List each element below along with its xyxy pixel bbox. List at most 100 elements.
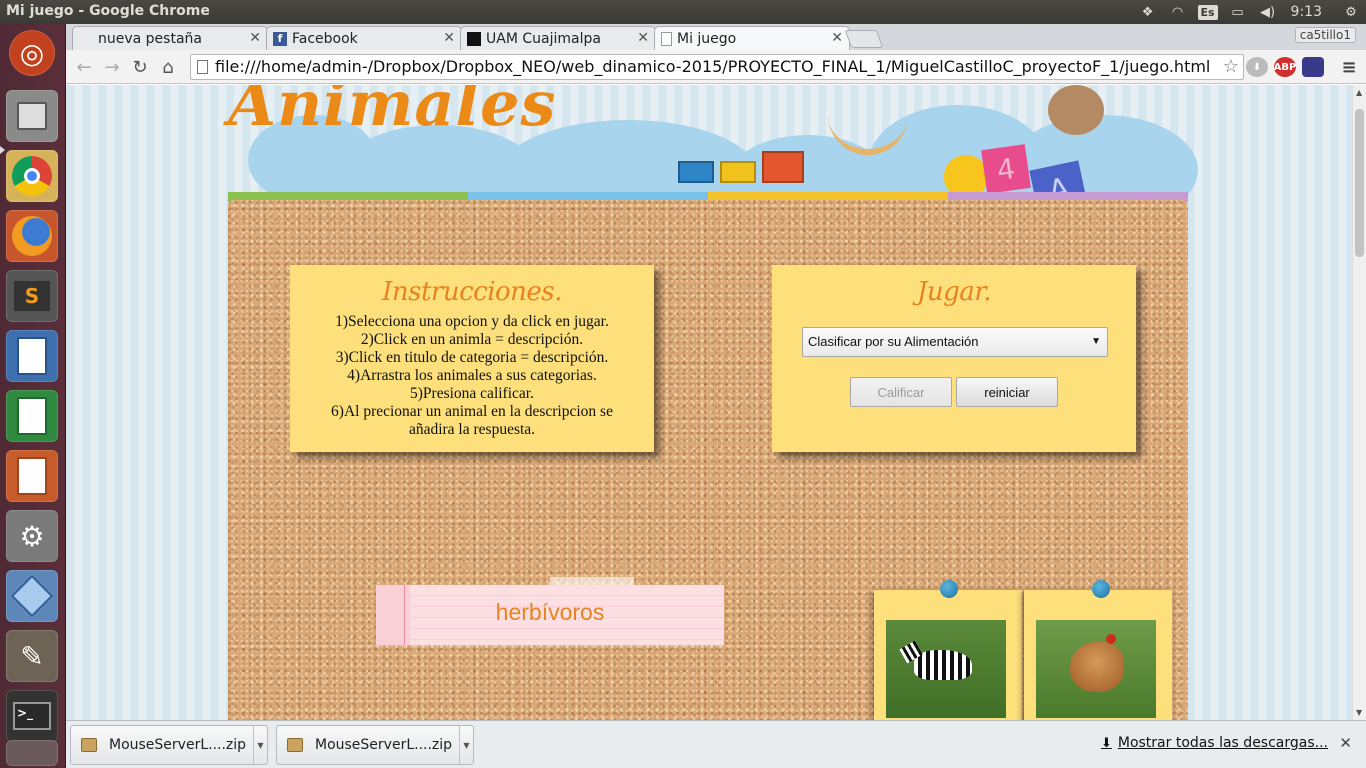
animal-card-zebra[interactable] [874,580,1022,720]
sublime-text-icon[interactable]: S [6,270,58,322]
dropdown-arrow-icon: ▼ [1091,336,1101,347]
tab-uam[interactable]: UAM Cuajimalpa ✕ [460,26,656,50]
instruction-line: 6)Al precionar un animal en la descripci… [331,403,613,438]
page-icon [197,60,208,74]
address-bar[interactable]: file:///home/admin-/Dropbox/Dropbox_NEO/… [190,54,1244,80]
close-icon[interactable]: ✕ [249,30,261,46]
home-icon[interactable]: ⌂ [156,56,180,78]
running-indicator [0,146,5,154]
firefox-icon[interactable] [6,210,58,262]
close-icon[interactable]: ✕ [637,30,649,46]
libreoffice-impress-doc-icon[interactable] [6,330,58,382]
scrollbar-thumb[interactable] [1355,109,1364,257]
top-panel: Mi juego - Google Chrome ❖ ◠ Es ▭ ◀) 9:1… [0,0,1366,24]
vertical-scrollbar[interactable]: ▲ ▼ [1352,85,1366,720]
uam-logo-icon [467,31,481,46]
reload-icon[interactable]: ↻ [128,56,152,78]
category-herbivores[interactable]: herbívoros [376,585,724,645]
hen-image[interactable] [1036,620,1156,718]
close-icon[interactable]: ✕ [443,30,455,46]
clock[interactable]: 9:13 [1283,4,1336,20]
reset-button[interactable]: reiniciar [956,377,1058,407]
wifi-icon[interactable]: ◠ [1163,0,1193,24]
instruction-line: 3)Click en titulo de categoria = descrip… [335,349,609,366]
download-bar: MouseServerL....zip ▼ MouseServerL....zi… [66,720,1366,768]
select-value: Clasificar por su Alimentación [808,334,979,349]
volume-icon[interactable]: ◀) [1253,0,1283,24]
play-note: Jugar. Clasificar por su Alimentación ▼ … [772,265,1136,452]
site-logo: Animales [228,85,557,140]
gimp-icon[interactable]: ✎ [6,630,58,682]
window-title: Mi juego - Google Chrome [6,3,210,19]
files-icon[interactable] [6,90,58,142]
unity-launcher: ◎ S ⚙ ✎ >_ [0,24,66,768]
terminal-icon[interactable]: >_ [6,690,58,742]
rubber-duck-icon [944,155,988,197]
pushpin-icon [1092,580,1110,598]
instructions-list: 1)Selecciona una opcion y da click en ju… [290,313,654,439]
chrome-menu-icon[interactable]: ≡ [1338,57,1360,78]
train-car-icon [678,161,714,183]
download-filename: MouseServerL....zip [109,737,247,753]
show-all-downloads-link[interactable]: ⬇ Mostrar todas las descargas... [1101,735,1328,751]
new-tab-button[interactable] [844,30,884,48]
instruction-line: 4)Arrastra los animales a sus categorias… [347,367,597,384]
tab-new-tab[interactable]: nueva pestaña ✕ [72,26,268,50]
toolbar: ← → ↻ ⌂ file:///home/admin-/Dropbox/Drop… [66,50,1366,84]
dropbox-icon[interactable]: ❖ [1133,0,1163,24]
download-item[interactable]: MouseServerL....zip ▼ [276,725,474,765]
tab-label: nueva pestaña [98,30,202,47]
instruction-line: 2)Click en un animla = descripción. [360,331,584,348]
keyboard-layout-indicator[interactable]: Es [1193,0,1223,24]
session-gear-icon[interactable]: ⚙ [1336,0,1366,24]
page-viewport: Animales 4 A Instrucciones. 1)Selecciona… [66,85,1352,720]
game-mode-select[interactable]: Clasificar por su Alimentación ▼ [802,327,1108,357]
blank-page-icon [79,32,93,46]
close-download-bar-icon[interactable]: ✕ [1339,734,1352,752]
download-extension-icon[interactable]: ⬇ [1246,57,1268,77]
download-menu-arrow-icon[interactable]: ▼ [459,726,473,764]
tab-label: Mi juego [677,30,737,47]
extension-icon[interactable] [1302,57,1324,77]
scroll-up-icon[interactable]: ▲ [1356,88,1362,97]
game-site: Animales 4 A Instrucciones. 1)Selecciona… [228,85,1198,720]
instruction-line: 1)Selecciona una opcion y da click en ju… [335,313,609,330]
zebra-image[interactable] [886,620,1006,718]
tab-label: Facebook [292,30,358,47]
download-item[interactable]: MouseServerL....zip ▼ [70,725,268,765]
tab-facebook[interactable]: f Facebook ✕ [266,26,462,50]
toy-block-icon: 4 [981,144,1031,194]
back-arrow-icon[interactable]: ← [72,56,96,78]
forward-arrow-icon[interactable]: → [100,56,124,78]
battery-icon[interactable]: ▭ [1223,0,1253,24]
trash-icon[interactable] [6,740,58,766]
download-menu-arrow-icon[interactable]: ▼ [253,726,267,764]
train-engine-icon [762,151,804,183]
animal-card-hen[interactable] [1024,580,1172,720]
system-settings-icon[interactable]: ⚙ [6,510,58,562]
tab-label: UAM Cuajimalpa [486,30,601,47]
scroll-down-icon[interactable]: ▼ [1356,708,1362,717]
libreoffice-impress-icon[interactable] [6,450,58,502]
profile-button[interactable]: ca5tillo1 [1294,27,1356,43]
ubuntu-dash-icon[interactable]: ◎ [9,30,55,76]
tab-mi-juego[interactable]: Mi juego ✕ [654,26,850,50]
download-filename: MouseServerL....zip [315,737,453,753]
category-title[interactable]: herbívoros [410,599,690,626]
instructions-note: Instrucciones. 1)Selecciona una opcion y… [290,265,654,452]
bookmark-star-icon[interactable]: ☆ [1223,55,1239,79]
adblock-plus-icon[interactable]: ABP [1274,57,1296,77]
instructions-title: Instrucciones. [382,277,562,307]
zip-file-icon [287,738,303,752]
close-icon[interactable]: ✕ [831,30,843,46]
margin-line [404,585,405,645]
virtualbox-icon[interactable] [6,570,58,622]
blank-page-icon [661,31,672,46]
libreoffice-calc-icon[interactable] [6,390,58,442]
instruction-line: 5)Presiona calificar. [410,385,534,402]
grade-button[interactable]: Calificar [850,377,952,407]
train-car-icon [720,161,756,183]
chrome-icon[interactable] [6,150,58,202]
play-title: Jugar. [916,277,992,307]
url-text: file:///home/admin-/Dropbox/Dropbox_NEO/… [215,57,1211,76]
